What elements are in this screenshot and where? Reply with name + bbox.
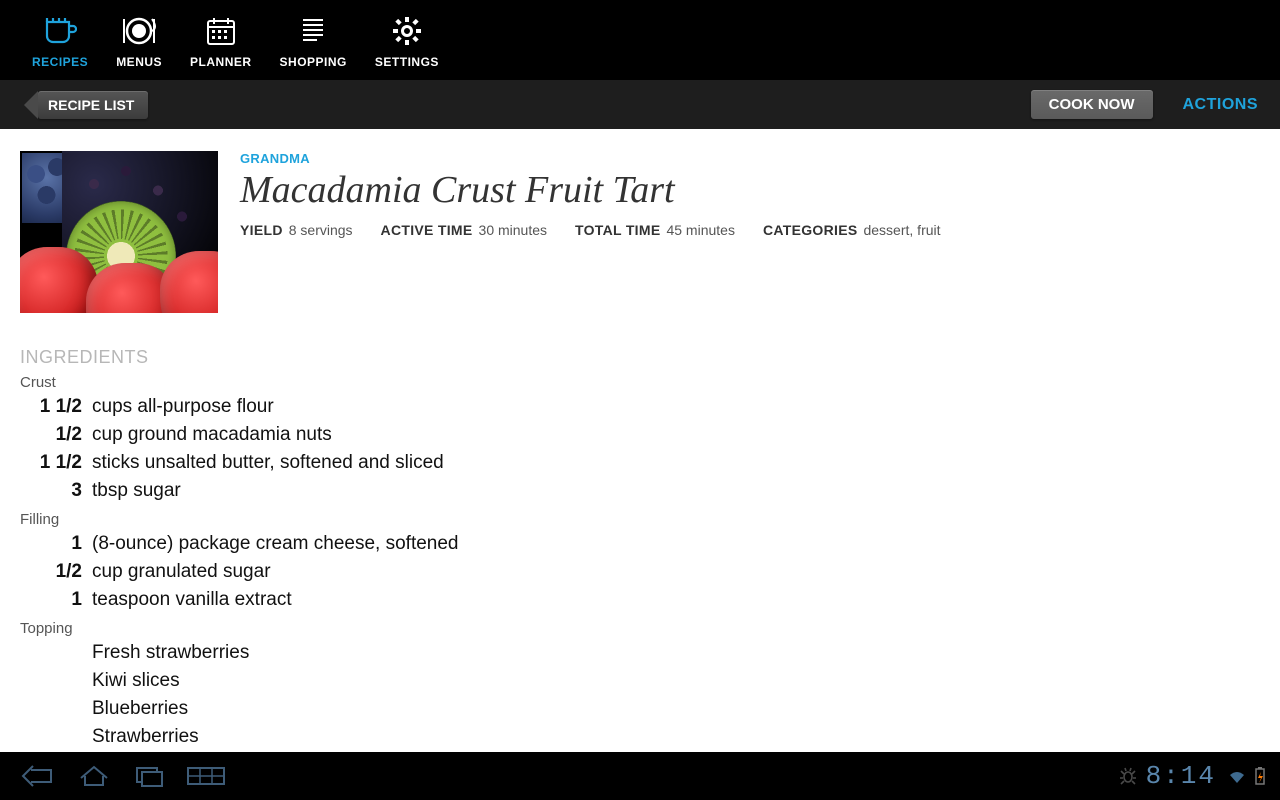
nav-planner[interactable]: PLANNER: [176, 5, 266, 75]
system-bar: 8:14: [0, 752, 1280, 800]
recipe-source[interactable]: GRANDMA: [240, 151, 1260, 166]
ingredient-group-heading: Topping: [20, 620, 1260, 637]
ingredient-row: 1 1/2 sticks unsalted butter, softened an…: [20, 449, 1260, 477]
categories-value: dessert, fruit: [863, 222, 940, 238]
settings-icon: [389, 13, 425, 49]
ingredient-row: Kiwi slices: [20, 667, 1260, 695]
ingredient-desc: sticks unsalted butter, softened and sli…: [92, 452, 444, 474]
ingredient-row: 1/2 cup ground macadamia nuts: [20, 421, 1260, 449]
recipes-icon: [42, 13, 78, 49]
shopping-icon: [295, 13, 331, 49]
total-time-value: 45 minutes: [666, 222, 734, 238]
ingredient-row: 1 teaspoon vanilla extract: [20, 586, 1260, 614]
ingredient-row: Fresh strawberries: [20, 639, 1260, 667]
active-time-label: ACTIVE TIME: [381, 222, 473, 238]
nav-label: SETTINGS: [375, 55, 439, 69]
ingredient-row: Strawberries: [20, 723, 1260, 751]
ingredient-qty: 3: [20, 480, 82, 502]
ingredient-group-heading: Filling: [20, 511, 1260, 528]
nav-settings[interactable]: SETTINGS: [361, 5, 453, 75]
ingredient-desc: Fresh strawberries: [92, 642, 249, 664]
nav-label: RECIPES: [32, 55, 88, 69]
ingredient-qty: 1/2: [20, 424, 82, 446]
nav-label: SHOPPING: [280, 55, 347, 69]
ingredients-heading: INGREDIENTS: [20, 347, 1260, 368]
menus-icon: [121, 13, 157, 49]
ingredient-desc: Blueberries: [92, 698, 188, 720]
debug-icon: [1118, 766, 1138, 786]
recipe-title: Macadamia Crust Fruit Tart: [240, 168, 1260, 212]
ingredient-qty: 1 1/2: [20, 452, 82, 474]
back-chevron-icon: [24, 91, 38, 119]
ingredient-row: 1 (8-ounce) package cream cheese, softene…: [20, 530, 1260, 558]
nav-label: MENUS: [116, 55, 162, 69]
top-nav: RECIPES MENUS PLANNER SHOPPING SETTINGS: [0, 0, 1280, 80]
cook-now-button[interactable]: COOK NOW: [1031, 90, 1153, 119]
active-time-value: 30 minutes: [479, 222, 547, 238]
ingredient-row: 1 1/2 cups all-purpose flour: [20, 393, 1260, 421]
total-time-label: TOTAL TIME: [575, 222, 660, 238]
sys-recents-button[interactable]: [122, 752, 178, 800]
ingredient-desc: cup granulated sugar: [92, 561, 271, 583]
sys-extra-button[interactable]: [178, 752, 234, 800]
ingredient-row: 3 tbsp sugar: [20, 477, 1260, 505]
ingredient-desc: cup ground macadamia nuts: [92, 424, 332, 446]
sys-home-button[interactable]: [66, 752, 122, 800]
ingredient-group-heading: Crust: [20, 374, 1260, 391]
ingredient-qty: 1: [20, 533, 82, 555]
ingredient-qty: 1/2: [20, 561, 82, 583]
sys-back-button[interactable]: [10, 752, 66, 800]
ingredient-qty: 1: [20, 589, 82, 611]
back-button[interactable]: RECIPE LIST: [38, 91, 148, 119]
yield-value: 8 servings: [289, 222, 353, 238]
yield-label: YIELD: [240, 222, 283, 238]
ingredient-desc: Strawberries: [92, 726, 199, 748]
wifi-icon: [1228, 767, 1246, 785]
planner-icon: [203, 13, 239, 49]
ingredient-desc: Kiwi slices: [92, 670, 180, 692]
nav-label: PLANNER: [190, 55, 252, 69]
back-label: RECIPE LIST: [48, 97, 134, 113]
nav-shopping[interactable]: SHOPPING: [266, 5, 361, 75]
battery-icon: [1254, 766, 1266, 786]
ingredient-desc: tbsp sugar: [92, 480, 181, 502]
ingredient-desc: cups all-purpose flour: [92, 396, 274, 418]
actions-button[interactable]: ACTIONS: [1183, 96, 1259, 114]
recipe-photo: [20, 151, 218, 313]
nav-menus[interactable]: MENUS: [102, 5, 176, 75]
nav-recipes[interactable]: RECIPES: [18, 5, 102, 75]
clock[interactable]: 8:14: [1146, 761, 1216, 791]
ingredient-desc: teaspoon vanilla extract: [92, 589, 292, 611]
ingredient-row: 1/2 cup granulated sugar: [20, 558, 1260, 586]
ingredient-row: Blueberries: [20, 695, 1260, 723]
recipe-content[interactable]: GRANDMA Macadamia Crust Fruit Tart YIELD…: [0, 129, 1280, 752]
ingredient-qty: 1 1/2: [20, 396, 82, 418]
sub-bar: RECIPE LIST COOK NOW ACTIONS: [0, 80, 1280, 129]
categories-label: CATEGORIES: [763, 222, 858, 238]
ingredient-desc: (8-ounce) package cream cheese, softened: [92, 533, 459, 555]
ingredients-list: Crust 1 1/2 cups all-purpose flour 1/2 cup g…: [20, 374, 1260, 751]
